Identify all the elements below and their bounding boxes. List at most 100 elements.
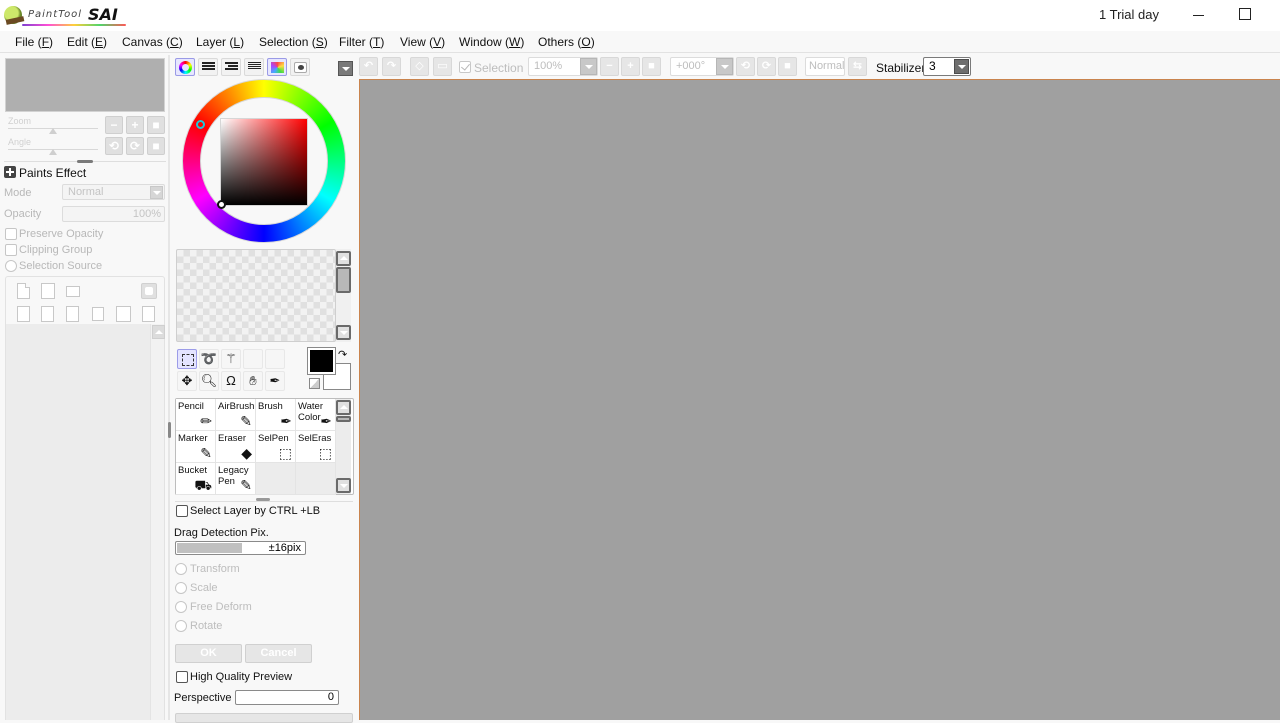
nav-rotate-right-button[interactable]: ⟳ bbox=[126, 137, 144, 155]
merge-selected-icon[interactable] bbox=[116, 306, 131, 322]
mode-dropdown-icon[interactable] bbox=[150, 186, 163, 199]
eyedropper-tool[interactable]: ✒ bbox=[265, 371, 285, 391]
rotate-left-button[interactable]: ⟲ bbox=[736, 57, 755, 76]
hue-marker[interactable] bbox=[196, 120, 205, 129]
brush-empty-slot[interactable] bbox=[256, 463, 296, 495]
invert-selection-button[interactable]: ▭ bbox=[433, 57, 452, 76]
angle-dropdown-icon[interactable] bbox=[716, 58, 733, 75]
layer-list[interactable] bbox=[5, 324, 150, 720]
paints-effect-toggle[interactable]: Paints Effect bbox=[4, 166, 86, 180]
menu-file[interactable]: File (F) bbox=[15, 35, 53, 49]
undo-button[interactable]: ↶ bbox=[359, 57, 378, 76]
brush-legacy-pen[interactable]: Legacy Pen ✎ bbox=[216, 463, 256, 495]
scroll-up-icon[interactable] bbox=[336, 251, 351, 266]
brush-empty-slot[interactable] bbox=[296, 463, 336, 495]
scroll-up-icon[interactable] bbox=[336, 400, 351, 415]
perspective-field[interactable]: 0 bbox=[235, 690, 339, 705]
scroll-down-icon[interactable] bbox=[336, 325, 351, 340]
scroll-down-icon[interactable] bbox=[336, 478, 351, 493]
nav-zoom-out-button[interactable]: − bbox=[105, 116, 123, 134]
scroll-thumb[interactable] bbox=[336, 267, 351, 293]
merge-down-icon[interactable] bbox=[41, 306, 54, 322]
reset-colors-icon[interactable] bbox=[309, 378, 320, 389]
maximize-button[interactable] bbox=[1233, 2, 1259, 28]
saturation-value-square[interactable] bbox=[220, 118, 308, 206]
rect-select-tool[interactable] bbox=[177, 349, 197, 369]
rotate-radio[interactable] bbox=[175, 620, 187, 632]
nav-rotate-reset-button[interactable]: ■ bbox=[147, 137, 165, 155]
minimize-button[interactable] bbox=[1186, 2, 1212, 28]
navigator-preview[interactable] bbox=[5, 58, 165, 112]
drag-detection-slider[interactable]: ±16pix bbox=[175, 541, 306, 555]
brush-eraser[interactable]: Eraser ◆ bbox=[216, 431, 256, 463]
brush-pencil[interactable]: Pencil ✏ bbox=[176, 399, 216, 431]
zoom-tool[interactable]: 🔍︎ bbox=[199, 371, 219, 391]
panel-resize-grip[interactable] bbox=[168, 422, 171, 438]
rotate-tool[interactable]: Ω bbox=[221, 371, 241, 391]
color-wheel-mode-button[interactable] bbox=[175, 58, 195, 76]
layer-mask-icon[interactable] bbox=[141, 283, 157, 299]
menu-canvas[interactable]: Canvas (C) bbox=[122, 35, 183, 49]
magic-wand-tool[interactable]: ⚚ bbox=[221, 349, 241, 369]
opacity-slider[interactable]: 100% bbox=[62, 206, 165, 222]
transform-radio[interactable] bbox=[175, 563, 187, 575]
selection-source-radio[interactable] bbox=[5, 260, 17, 272]
menu-window[interactable]: Window (W) bbox=[459, 35, 524, 49]
sv-marker[interactable] bbox=[217, 200, 226, 209]
zoom-out-button[interactable]: − bbox=[600, 57, 619, 76]
layer-list-scrollbar[interactable] bbox=[150, 324, 165, 720]
swap-colors-icon[interactable]: ↷ bbox=[338, 348, 347, 361]
apply-button[interactable] bbox=[175, 713, 353, 723]
free-deform-radio[interactable] bbox=[175, 601, 187, 613]
ok-button[interactable]: OK bbox=[175, 644, 242, 663]
scratch-pad-button[interactable] bbox=[290, 58, 310, 76]
new-linework-layer-icon[interactable] bbox=[41, 283, 55, 299]
swatch-scrollbar[interactable] bbox=[336, 249, 351, 342]
cancel-button[interactable]: Cancel bbox=[245, 644, 312, 663]
blend-mode-field[interactable]: Normal bbox=[805, 57, 845, 76]
menu-view[interactable]: View (V) bbox=[400, 35, 445, 49]
swatch-grid[interactable] bbox=[176, 249, 336, 342]
brush-seleras[interactable]: SelEras ⬚ bbox=[296, 431, 336, 463]
foreground-color-front[interactable] bbox=[307, 347, 336, 375]
stabilizer-dropdown-icon[interactable] bbox=[954, 59, 969, 74]
selection-checkbox[interactable] bbox=[459, 61, 471, 73]
nav-zoom-reset-button[interactable]: ■ bbox=[147, 116, 165, 134]
move-tool[interactable]: ✥ bbox=[177, 371, 197, 391]
menu-others[interactable]: Others (O) bbox=[538, 35, 595, 49]
duplicate-layer-icon[interactable] bbox=[142, 306, 155, 322]
brush-brush[interactable]: Brush ✒ bbox=[256, 399, 296, 431]
flip-button[interactable]: ⇆ bbox=[848, 57, 867, 76]
color-panel-menu-icon[interactable] bbox=[338, 61, 353, 76]
menu-layer[interactable]: Layer (L) bbox=[196, 35, 244, 49]
rotate-reset-button[interactable]: ■ bbox=[778, 57, 797, 76]
redo-button[interactable]: ↷ bbox=[382, 57, 401, 76]
menu-edit[interactable]: Edit (E) bbox=[67, 35, 107, 49]
brush-airbrush[interactable]: AirBrush ✎ bbox=[216, 399, 256, 431]
hq-preview-checkbox[interactable] bbox=[176, 671, 188, 683]
hand-tool[interactable]: ✋︎ bbox=[243, 371, 263, 391]
transfer-down-icon[interactable] bbox=[17, 306, 30, 322]
scale-radio[interactable] bbox=[175, 582, 187, 594]
clear-layer-icon[interactable] bbox=[66, 306, 79, 322]
scroll-thumb[interactable] bbox=[336, 416, 351, 422]
angle-slider-thumb[interactable] bbox=[49, 149, 57, 155]
preserve-opacity-checkbox[interactable] bbox=[5, 228, 17, 240]
intermediate-color-button[interactable] bbox=[244, 58, 264, 76]
nav-resize-grip[interactable] bbox=[77, 160, 93, 163]
empty-slot-2-tool[interactable] bbox=[265, 349, 285, 369]
menu-filter[interactable]: Filter (T) bbox=[339, 35, 384, 49]
rotate-right-button[interactable]: ⟳ bbox=[757, 57, 776, 76]
brush-selpen[interactable]: SelPen ⬚ bbox=[256, 431, 296, 463]
hsv-slider-mode-button[interactable] bbox=[221, 58, 241, 76]
zoom-reset-button[interactable]: ■ bbox=[642, 57, 661, 76]
brush-bucket[interactable]: Bucket ⛟ bbox=[176, 463, 216, 495]
nav-rotate-left-button[interactable]: ⟲ bbox=[105, 137, 123, 155]
scroll-up-icon[interactable] bbox=[152, 325, 165, 339]
new-folder-icon[interactable] bbox=[66, 286, 80, 297]
lasso-tool[interactable]: ➰ bbox=[199, 349, 219, 369]
clipping-group-checkbox[interactable] bbox=[5, 244, 17, 256]
swatches-mode-button[interactable] bbox=[267, 58, 287, 76]
empty-slot-1-tool[interactable] bbox=[243, 349, 263, 369]
zoom-slider-thumb[interactable] bbox=[49, 128, 57, 134]
